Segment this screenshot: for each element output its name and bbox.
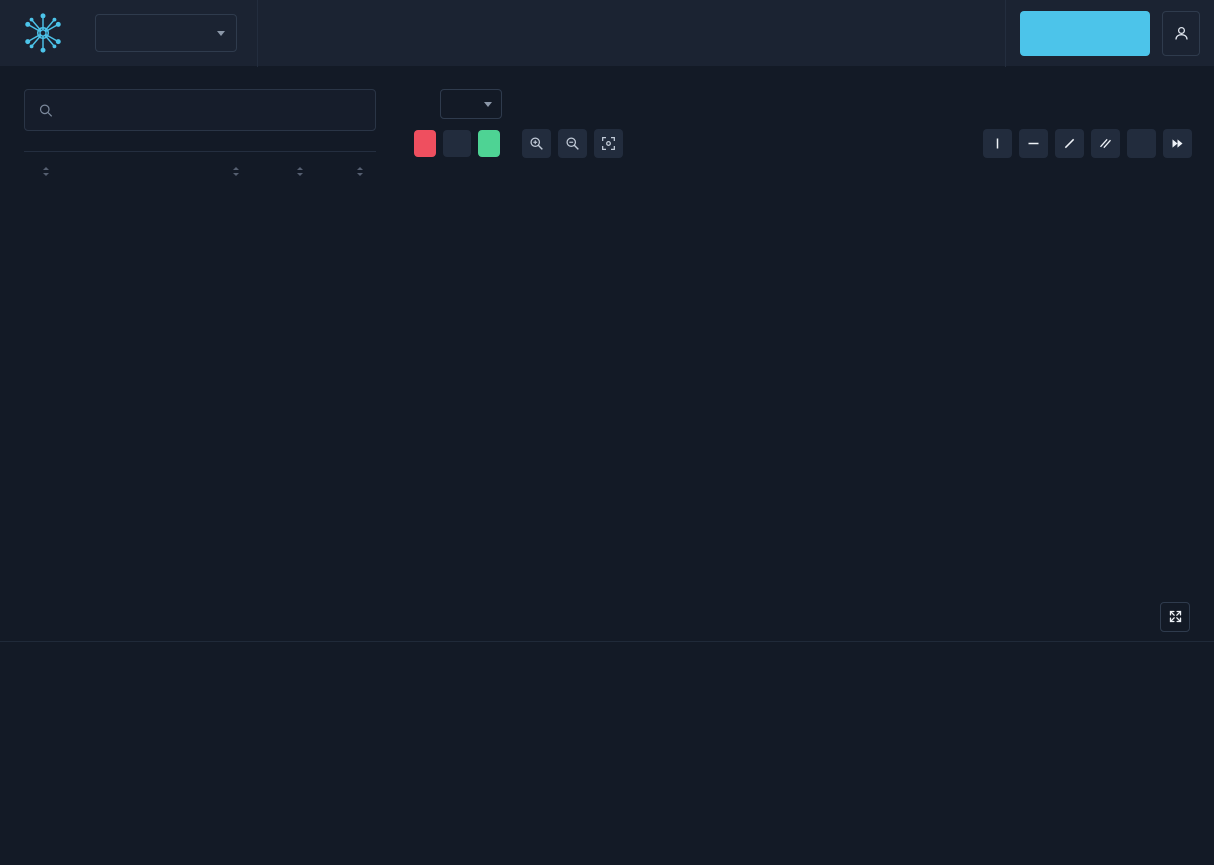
- horizontal-line-icon: [1028, 142, 1039, 145]
- trend-line-tool-button[interactable]: [1055, 129, 1084, 158]
- chart-volume-stepper[interactable]: [443, 130, 471, 157]
- search-input[interactable]: [63, 103, 361, 117]
- col-change[interactable]: [308, 167, 368, 176]
- app-header: [0, 0, 1214, 67]
- zoom-out-button[interactable]: [558, 129, 587, 158]
- account-selector[interactable]: [95, 14, 237, 52]
- search-box[interactable]: [24, 89, 376, 131]
- positions-table: [0, 642, 1214, 674]
- deposit-button[interactable]: [1020, 10, 1150, 56]
- chevron-down-icon: [217, 30, 225, 36]
- horizontal-line-tool-button[interactable]: [1019, 129, 1048, 158]
- chart-toolbar: [400, 119, 1214, 158]
- chart-panel: [400, 67, 1214, 592]
- parallel-lines-tool-button[interactable]: [1091, 129, 1120, 158]
- parallel-lines-icon: [1100, 138, 1111, 149]
- zoom-in-button[interactable]: [522, 129, 551, 158]
- price-axis: [1136, 130, 1214, 560]
- timeframe-selector[interactable]: [440, 89, 502, 119]
- profile-button[interactable]: [1162, 10, 1200, 56]
- brand-logo: [0, 12, 73, 54]
- user-icon: [1174, 26, 1188, 40]
- chart-header: [400, 67, 1214, 119]
- chart-buy-button[interactable]: [478, 130, 500, 157]
- symbol-columns-header: [0, 152, 400, 186]
- vertical-line-tool-button[interactable]: [983, 129, 1012, 158]
- zoom-in-icon: [530, 137, 543, 150]
- fit-screen-button[interactable]: [594, 129, 623, 158]
- trend-line-icon: [1064, 138, 1075, 149]
- zoom-out-icon: [566, 137, 579, 150]
- chart-sell-button[interactable]: [414, 130, 436, 157]
- sort-icon: [233, 167, 240, 176]
- candlestick-plot[interactable]: [414, 197, 1136, 627]
- col-spread[interactable]: [244, 167, 308, 176]
- col-price[interactable]: [151, 167, 245, 176]
- positions-table-header: [24, 642, 1190, 674]
- header-actions: [1005, 0, 1214, 67]
- expand-list-button[interactable]: [1160, 601, 1190, 632]
- header-divider: [257, 0, 258, 67]
- expand-list-control: [1149, 601, 1190, 632]
- sort-icon: [43, 167, 49, 176]
- sort-icon: [297, 167, 303, 176]
- symbols-sidebar: [0, 67, 400, 592]
- search-icon: [39, 104, 53, 117]
- expand-icon: [1169, 610, 1181, 623]
- match-trade-logo-icon: [25, 13, 61, 53]
- chevron-down-icon: [484, 101, 492, 107]
- positions-tabs: [0, 592, 1214, 642]
- col-symbol[interactable]: [38, 167, 151, 176]
- sort-icon: [357, 167, 363, 176]
- vertical-line-icon: [996, 138, 999, 149]
- time-axis: [14, 565, 1114, 585]
- positions-panel: [0, 592, 1214, 865]
- fit-screen-icon: [602, 137, 615, 150]
